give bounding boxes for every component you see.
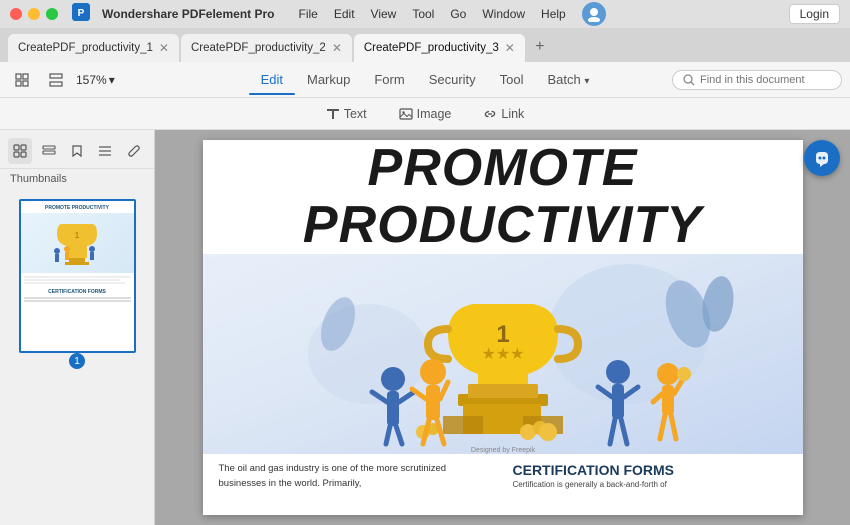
toolbar-nav: Edit Markup Form Security Tool Batch ▾ <box>249 68 602 91</box>
sidebar-icon-row <box>0 130 154 169</box>
pdf-viewer[interactable]: PROMOTE PRODUCTIVITY <box>155 130 850 525</box>
tab-1[interactable]: CreatePDF_productivity_1 ✕ <box>8 34 179 62</box>
pdf-cert-section: CERTIFICATION FORMS Certification is gen… <box>513 462 787 491</box>
search-icon <box>683 74 695 86</box>
new-tab-button[interactable]: + <box>527 34 553 60</box>
app-name: Wondershare PDFelement Pro <box>102 7 275 21</box>
menu-go[interactable]: Go <box>450 7 466 21</box>
menu-file[interactable]: File <box>299 7 318 21</box>
sub-toolbar: Text Image Link <box>0 98 850 130</box>
pdf-page: PROMOTE PRODUCTIVITY <box>203 140 803 515</box>
svg-text:1: 1 <box>75 231 80 240</box>
sidebar-bookmark-button[interactable] <box>65 138 89 164</box>
sidebar-list-button[interactable] <box>93 138 117 164</box>
batch-dropdown-arrow: ▾ <box>584 76 589 87</box>
minimize-button[interactable] <box>28 8 40 20</box>
pdf-cert-text: Certification is generally a back-and-fo… <box>513 480 787 489</box>
tab-3-label: CreatePDF_productivity_3 <box>364 42 499 54</box>
text-icon <box>326 107 340 121</box>
menu-view[interactable]: View <box>371 7 397 21</box>
title-bar: P Wondershare PDFelement Pro File Edit V… <box>0 0 850 28</box>
main-toolbar: 157% ▾ Edit Markup Form Security Tool Ba… <box>0 62 850 98</box>
toolbar-left: 157% ▾ <box>8 66 115 94</box>
nav-security[interactable]: Security <box>417 68 488 91</box>
nav-markup[interactable]: Markup <box>295 68 362 91</box>
svg-text:Designed by Freepik: Designed by Freepik <box>470 447 535 454</box>
sidebar-layout-button[interactable] <box>36 138 60 164</box>
zoom-arrow: ▾ <box>109 73 115 87</box>
svg-text:★★★: ★★★ <box>481 346 524 363</box>
svg-text:1: 1 <box>496 321 509 348</box>
link-tool-button[interactable]: Link <box>475 105 532 123</box>
close-button[interactable] <box>10 8 22 20</box>
menu-window[interactable]: Window <box>482 7 525 21</box>
thumbnail-image: PROMOTE PRODUCTIVITY 1 <box>21 201 134 351</box>
thumb-cert-title: CERTIFICATION FORMS <box>21 289 134 295</box>
layout-view-button[interactable] <box>42 66 70 94</box>
nav-form[interactable]: Form <box>362 68 416 91</box>
text-tool-label: Text <box>344 107 367 121</box>
nav-batch[interactable]: Batch ▾ <box>536 68 602 91</box>
thumb-main-title: PROMOTE PRODUCTIVITY <box>21 201 134 213</box>
link-icon <box>483 107 497 121</box>
sidebar-attachment-button[interactable] <box>122 138 146 164</box>
sidebar-thumbnail-button[interactable] <box>8 138 32 164</box>
search-input[interactable] <box>700 74 830 86</box>
tab-1-close[interactable]: ✕ <box>159 41 169 55</box>
image-tool-button[interactable]: Image <box>391 105 460 123</box>
menu-tool[interactable]: Tool <box>412 7 434 21</box>
tab-2[interactable]: CreatePDF_productivity_2 ✕ <box>181 34 352 62</box>
tab-2-close[interactable]: ✕ <box>332 41 342 55</box>
nav-edit[interactable]: Edit <box>249 68 295 91</box>
pdf-cert-title: CERTIFICATION FORMS <box>513 462 787 478</box>
traffic-lights <box>10 8 58 20</box>
text-tool-button[interactable]: Text <box>318 105 375 123</box>
app-logo: P <box>72 3 90 26</box>
login-button[interactable]: Login <box>789 4 840 24</box>
image-icon <box>399 107 413 121</box>
page-number-badge: 1 <box>69 353 85 369</box>
menu-bar: File Edit View Tool Go Window Help <box>299 7 566 21</box>
thumbnail-area: PROMOTE PRODUCTIVITY 1 <box>0 191 154 381</box>
avatar[interactable] <box>582 2 606 26</box>
thumb-illustration: 1 <box>21 213 134 273</box>
nav-tool[interactable]: Tool <box>488 68 536 91</box>
toolbar-right <box>672 70 842 90</box>
tab-bar: CreatePDF_productivity_1 ✕ CreatePDF_pro… <box>0 28 850 62</box>
pdf-main-title: PROMOTE PRODUCTIVITY <box>203 140 803 254</box>
floating-assistant-button[interactable] <box>804 140 840 176</box>
grid-view-button[interactable] <box>8 66 36 94</box>
main-area: Thumbnails PROMOTE PRODUCTIVITY 1 <box>0 130 850 525</box>
pdf-body-text: The oil and gas industry is one of the m… <box>219 462 493 491</box>
thumb-body-text <box>21 273 134 287</box>
sidebar-label: Thumbnails <box>0 169 154 191</box>
svg-text:P: P <box>78 8 85 19</box>
tab-3[interactable]: CreatePDF_productivity_3 ✕ <box>354 34 525 62</box>
pdf-illustration: ★★★ 1 <box>203 254 803 454</box>
menu-help[interactable]: Help <box>541 7 566 21</box>
pdf-bottom-section: The oil and gas industry is one of the m… <box>203 454 803 499</box>
search-box <box>672 70 842 90</box>
tab-3-close[interactable]: ✕ <box>505 41 515 55</box>
link-tool-label: Link <box>501 107 524 121</box>
tab-1-label: CreatePDF_productivity_1 <box>18 42 153 54</box>
zoom-level: 157% <box>76 73 107 87</box>
productivity-illustration: ★★★ 1 <box>208 254 798 454</box>
tab-2-label: CreatePDF_productivity_2 <box>191 42 326 54</box>
sidebar: Thumbnails PROMOTE PRODUCTIVITY 1 <box>0 130 155 525</box>
image-tool-label: Image <box>417 107 452 121</box>
thumbnail-page-1[interactable]: PROMOTE PRODUCTIVITY 1 <box>19 199 136 353</box>
zoom-control[interactable]: 157% ▾ <box>76 73 115 87</box>
maximize-button[interactable] <box>46 8 58 20</box>
menu-edit[interactable]: Edit <box>334 7 355 21</box>
